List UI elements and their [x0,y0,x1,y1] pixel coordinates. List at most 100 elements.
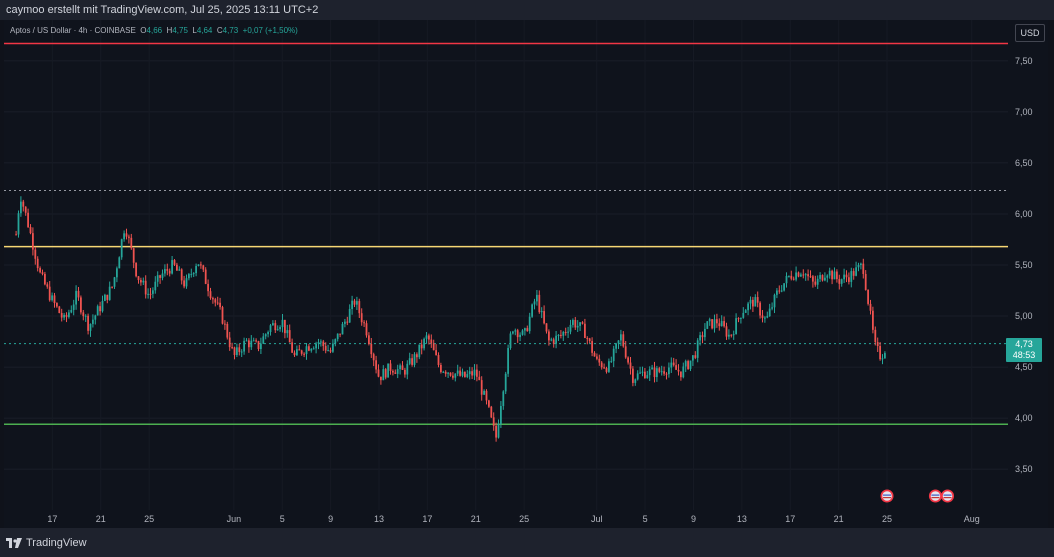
candle-body [874,329,877,343]
candle-body [607,361,610,372]
currency-button[interactable]: USD [1015,24,1045,42]
candle-body [691,355,694,361]
candle-body [792,278,795,280]
candle-body [108,286,111,300]
candle-body [579,322,581,326]
candle-body [113,277,116,287]
candle-body [559,334,562,336]
y-tick-label: 7,50 [1015,56,1033,66]
candle-body [509,333,512,349]
candle-body [622,334,625,347]
candle-body [823,277,826,281]
candle-body [696,340,699,358]
candle-body [876,342,879,347]
candle-body [202,265,205,270]
candle-body [77,290,80,298]
candle-body [163,269,166,274]
tradingview-brand[interactable]: TradingView [6,537,87,549]
candle-body [651,367,653,370]
y-tick-label: 5,50 [1015,260,1033,270]
close-value: 4,73 [222,26,239,35]
candle-body [730,334,733,336]
candle-body [495,425,497,438]
candle-body [53,295,56,304]
candle-body [183,280,185,287]
candle-body [675,365,677,370]
candle-body [605,368,608,372]
candle-body [259,343,262,350]
candle-body [34,249,37,259]
candle-body [125,233,128,237]
candle-body [214,299,217,303]
us-flag-icon[interactable] [880,489,894,503]
candle-body [22,201,25,207]
candle-body [192,273,195,275]
candle-body [591,341,593,353]
candle-body [631,368,634,383]
candle-body [859,263,862,265]
candle-body [468,371,471,375]
candle-body [744,310,747,313]
candle-body [670,362,673,368]
candle-body [303,353,305,355]
y-tick-label: 6,00 [1015,209,1033,219]
event-marker-stripe [943,497,952,499]
candle-body [123,233,125,240]
candle-body [883,353,886,359]
candle-body [521,330,524,335]
symbol-title: Aptos / US Dollar · 4h · COINBASE [10,26,136,35]
candle-body [307,346,310,351]
candle-body [689,360,692,369]
candle-body [295,349,298,356]
candle-body [449,372,452,376]
high-value: 4,75 [172,26,188,35]
candle-body [147,293,149,295]
candle-body [778,290,781,292]
candle-body [759,302,761,316]
candle-body [312,348,315,350]
candle-body [615,343,617,349]
candle-body [540,311,543,313]
candle-body [389,363,392,371]
candle-body [51,295,53,301]
event-marker-face [942,491,953,501]
candle-body [118,257,121,269]
candle-body [619,334,622,341]
candle-body [425,335,428,339]
candle-body [267,332,269,335]
candle-body [641,371,644,373]
candle-body [588,338,591,342]
candle-body [840,279,843,284]
candle-body [629,362,632,369]
candle-body [269,325,272,333]
candle-body [454,373,457,378]
candle-body [773,294,776,308]
candle-body [864,273,867,290]
candle-body [363,322,365,324]
candle-body [610,361,613,363]
candle-body [29,227,32,234]
candle-body [783,283,785,291]
bar-countdown: 48:53 [1012,350,1036,360]
candle-body [231,347,233,349]
price-chart[interactable]: 17 21 25 Jun 5 9 13 17 21 25 Jul 5 9 13 17 21 25 Aug 7,50… [0,0,1054,557]
candle-body [315,343,317,349]
candle-body [763,317,766,319]
candle-body [682,366,685,378]
candle-body [219,302,221,308]
candle-body [814,281,817,285]
us-flag-icon[interactable] [941,489,955,503]
candle-body [99,306,101,312]
candle-body [523,328,526,331]
candle-body [564,332,567,334]
candle-body [415,354,418,358]
candle-body [423,338,425,349]
candle-body [327,350,329,352]
candle-body [600,362,603,368]
candle-body [552,339,555,344]
candle-body [96,306,99,316]
candle-body [288,330,291,343]
us-flag-icon[interactable] [928,489,942,503]
candle-body [322,341,325,347]
candle-body [617,340,620,344]
